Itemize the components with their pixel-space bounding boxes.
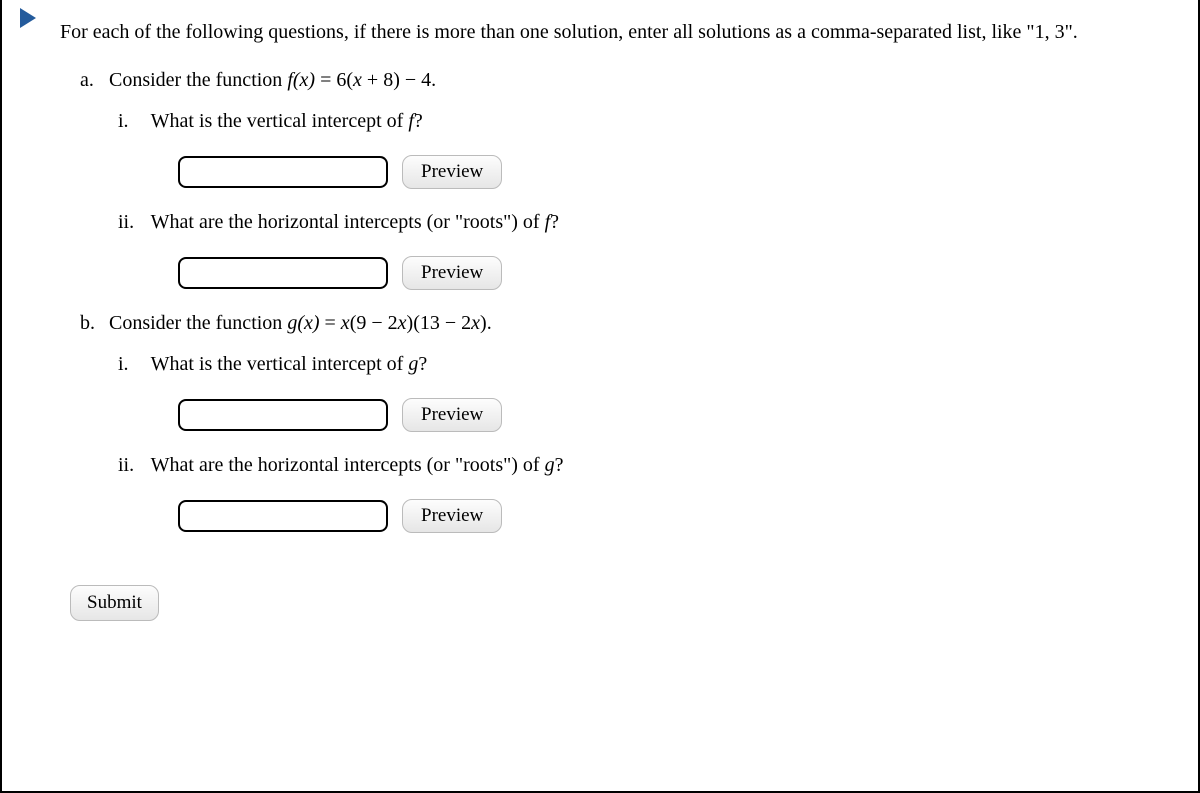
sub-b-ii-marker: ii. — [118, 454, 146, 477]
question-panel: For each of the following questions, if … — [0, 0, 1200, 793]
preview-button-a-ii[interactable]: Preview — [402, 256, 502, 290]
sub-b-ii-text-post: ? — [555, 454, 564, 476]
part-b-equals: = — [320, 312, 341, 334]
answer-input-b-ii[interactable] — [178, 500, 388, 532]
part-b: b. Consider the function g(x) = x(9 − 2x… — [80, 312, 1168, 335]
part-b-sub-i: i. What is the vertical intercept of g? — [118, 353, 1168, 376]
part-a: a. Consider the function f(x) = 6(x + 8)… — [80, 69, 1168, 92]
part-b-marker: b. — [80, 312, 104, 335]
sub-b-ii-text-pre: What are the horizontal intercepts (or "… — [151, 454, 545, 476]
sub-a-i-marker: i. — [118, 110, 146, 133]
sub-b-i-marker: i. — [118, 353, 146, 376]
answer-input-a-i[interactable] — [178, 156, 388, 188]
part-a-func-rhs: 6(x + 8) − 4. — [336, 69, 436, 91]
part-a-sub-ii: ii. What are the horizontal intercepts (… — [118, 211, 1168, 234]
part-b-prompt-prefix: Consider the function — [109, 312, 287, 334]
answer-row-b-i: Preview — [178, 398, 1168, 432]
part-b-func-rhs: x(9 − 2x)(13 − 2x). — [341, 312, 492, 334]
part-b-sub-ii: ii. What are the horizontal intercepts (… — [118, 454, 1168, 477]
part-a-equals: = — [315, 69, 336, 91]
sub-a-ii-marker: ii. — [118, 211, 146, 234]
sub-b-i-text-post: ? — [418, 353, 427, 375]
part-a-marker: a. — [80, 69, 104, 92]
sub-a-i-text-post: ? — [414, 110, 423, 132]
submit-button[interactable]: Submit — [70, 585, 159, 621]
answer-row-a-ii: Preview — [178, 256, 1168, 290]
sub-b-ii-fname: g — [545, 454, 555, 476]
sub-a-ii-text-pre: What are the horizontal intercepts (or "… — [151, 211, 545, 233]
preview-button-b-ii[interactable]: Preview — [402, 499, 502, 533]
preview-button-b-i[interactable]: Preview — [402, 398, 502, 432]
answer-input-b-i[interactable] — [178, 399, 388, 431]
answer-input-a-ii[interactable] — [178, 257, 388, 289]
part-b-func-lhs: g(x) — [287, 312, 319, 334]
answer-row-a-i: Preview — [178, 155, 1168, 189]
play-icon — [20, 8, 36, 28]
sub-a-i-text-pre: What is the vertical intercept of — [151, 110, 409, 132]
sub-b-i-fname: g — [408, 353, 418, 375]
part-a-sub-i: i. What is the vertical intercept of f? — [118, 110, 1168, 133]
sub-b-i-text-pre: What is the vertical intercept of — [151, 353, 409, 375]
sub-a-ii-text-post: ? — [550, 211, 559, 233]
part-a-prompt-prefix: Consider the function — [109, 69, 287, 91]
part-a-func-lhs: f(x) — [287, 69, 315, 91]
intro-text: For each of the following questions, if … — [60, 18, 1168, 47]
preview-button-a-i[interactable]: Preview — [402, 155, 502, 189]
answer-row-b-ii: Preview — [178, 499, 1168, 533]
